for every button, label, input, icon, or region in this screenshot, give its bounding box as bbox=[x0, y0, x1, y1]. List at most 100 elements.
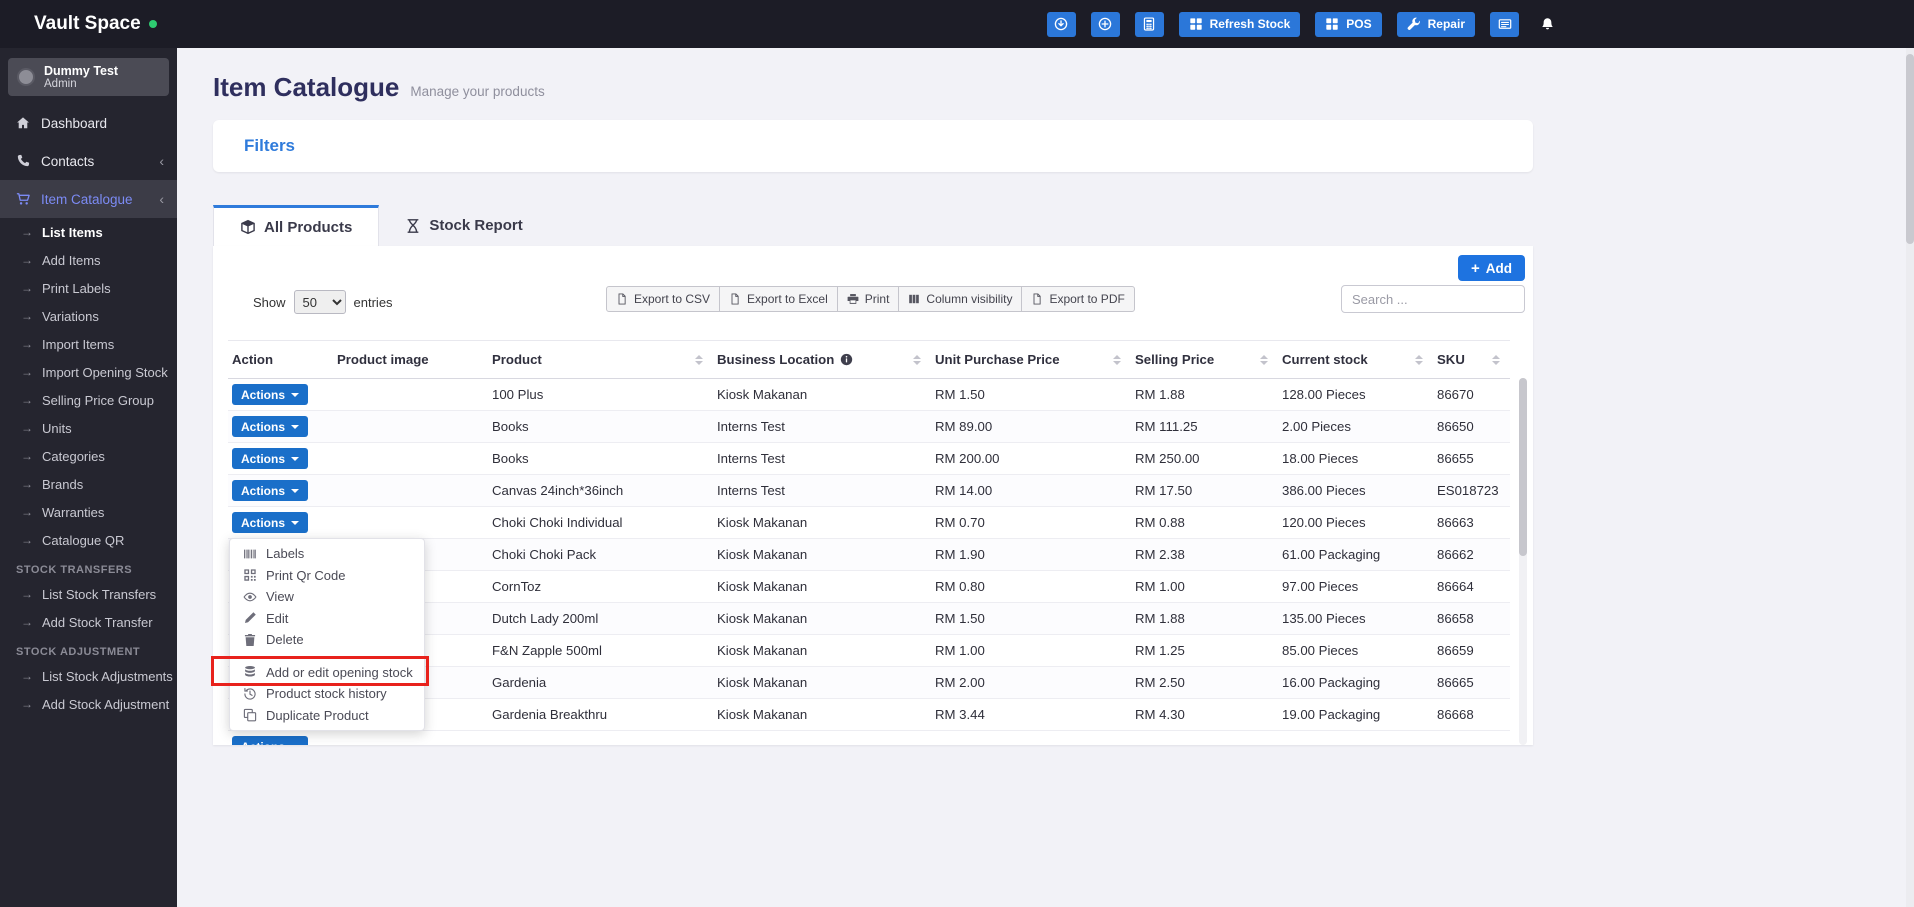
sku-cell: 86670 bbox=[1433, 378, 1510, 411]
sidebar-item-label: List Stock Adjustments bbox=[42, 668, 173, 684]
sidebar-item-item-catalogue[interactable]: Item Catalogue ‹ bbox=[0, 180, 177, 218]
menu-item-edit[interactable]: Edit bbox=[230, 608, 424, 630]
product-cell: 100 Plus bbox=[488, 378, 713, 411]
sort-icon[interactable] bbox=[1113, 354, 1121, 365]
chevron-left-icon: ‹ bbox=[159, 191, 164, 207]
page-scrollbar-thumb[interactable] bbox=[1906, 54, 1914, 244]
column-unit-purchase-price[interactable]: Unit Purchase Price bbox=[931, 340, 1131, 379]
tab-label: All Products bbox=[264, 218, 353, 236]
menu-item-product-stock-history[interactable]: Product stock history bbox=[230, 683, 424, 705]
sidebar-item-list-stock-adjustments[interactable]: → List Stock Adjustments bbox=[0, 662, 177, 690]
sidebar-item-selling-price-group[interactable]: → Selling Price Group bbox=[0, 386, 177, 414]
pos-button[interactable]: POS bbox=[1315, 11, 1382, 37]
column-business-location[interactable]: Business Location bbox=[713, 340, 931, 379]
sidebar-item-brands[interactable]: → Brands bbox=[0, 470, 177, 498]
sidebar-item-import-opening-stock[interactable]: → Import Opening Stock bbox=[0, 358, 177, 386]
sidebar-item-dashboard[interactable]: Dashboard bbox=[0, 104, 177, 142]
register-button[interactable] bbox=[1490, 11, 1519, 37]
sidebar-item-warranties[interactable]: → Warranties bbox=[0, 498, 177, 526]
actions-button-label: Actions bbox=[241, 515, 286, 530]
column-visibility-button[interactable]: Column visibility bbox=[898, 286, 1023, 312]
location-info-icon[interactable] bbox=[840, 353, 853, 366]
sort-icon[interactable] bbox=[1260, 354, 1268, 365]
actions-button-label: Actions bbox=[241, 387, 286, 402]
menu-item-label: Labels bbox=[266, 546, 305, 562]
export-to-excel-button[interactable]: Export to Excel bbox=[719, 286, 838, 312]
sidebar-item-catalogue-qr[interactable]: → Catalogue QR bbox=[0, 526, 177, 554]
sort-icon[interactable] bbox=[1492, 354, 1500, 365]
sidebar-item-add-items[interactable]: → Add Items bbox=[0, 246, 177, 274]
sort-icon[interactable] bbox=[1415, 354, 1423, 365]
print-button[interactable]: Print bbox=[836, 286, 900, 312]
refresh-stock-button[interactable]: Refresh Stock bbox=[1178, 11, 1301, 37]
row-actions-button[interactable]: Actions bbox=[232, 512, 309, 533]
menu-item-labels[interactable]: Labels bbox=[230, 543, 424, 565]
action-cell: Actions bbox=[228, 730, 333, 745]
column-current-stock[interactable]: Current stock bbox=[1278, 340, 1433, 379]
column-selling-price[interactable]: Selling Price bbox=[1131, 340, 1278, 379]
action-cell: Actions bbox=[228, 378, 333, 411]
row-actions-button[interactable]: Actions bbox=[232, 416, 309, 437]
column-product[interactable]: Product bbox=[488, 340, 713, 379]
sku-cell: 86662 bbox=[1433, 538, 1510, 571]
sidebar-item-units[interactable]: → Units bbox=[0, 414, 177, 442]
filters-label: Filters bbox=[244, 136, 296, 155]
row-actions-button[interactable]: Actions bbox=[232, 480, 309, 501]
location-cell: Kiosk Makanan bbox=[713, 378, 931, 411]
selling-price-cell: RM 17.50 bbox=[1131, 474, 1278, 507]
sidebar-item-add-stock-transfer[interactable]: → Add Stock Transfer bbox=[0, 608, 177, 636]
menu-item-add-or-edit-opening-stock[interactable]: Add or edit opening stock bbox=[230, 662, 424, 684]
pos-button-label: POS bbox=[1346, 17, 1372, 31]
page-size-select[interactable]: 50 bbox=[293, 290, 346, 314]
caret-down-icon bbox=[291, 424, 300, 429]
column-label: Selling Price bbox=[1135, 352, 1215, 367]
caret-down-icon bbox=[291, 392, 300, 397]
sidebar-item-variations[interactable]: → Variations bbox=[0, 302, 177, 330]
sidebar-item-label: Brands bbox=[42, 476, 84, 492]
tab-all-products[interactable]: All Products bbox=[213, 205, 380, 246]
sidebar-item-import-items[interactable]: → Import Items bbox=[0, 330, 177, 358]
sku-cell: 86668 bbox=[1433, 698, 1510, 731]
sidebar-item-list-stock-transfers[interactable]: → List Stock Transfers bbox=[0, 580, 177, 608]
row-actions-button[interactable]: Actions bbox=[232, 736, 309, 745]
arrow-right-icon: → bbox=[21, 337, 33, 351]
quick-add-button[interactable] bbox=[1090, 11, 1120, 37]
brand[interactable]: Vault Space bbox=[0, 13, 177, 35]
table-scrollbar-thumb[interactable] bbox=[1519, 378, 1527, 556]
grid-icon bbox=[1189, 17, 1203, 31]
menu-item-delete[interactable]: Delete bbox=[230, 629, 424, 651]
sidebar-item-label: Import Items bbox=[42, 336, 115, 352]
sort-icon[interactable] bbox=[695, 354, 703, 365]
menu-item-label: Duplicate Product bbox=[266, 707, 369, 723]
sidebar-item-list-items[interactable]: → List Items bbox=[0, 218, 177, 246]
arrow-down-circle-icon bbox=[1054, 17, 1068, 31]
export-to-pdf-button[interactable]: Export to PDF bbox=[1021, 286, 1135, 312]
sidebar-item-print-labels[interactable]: → Print Labels bbox=[0, 274, 177, 302]
add-button[interactable]: + Add bbox=[1457, 255, 1525, 281]
page-scrollbar[interactable] bbox=[1906, 48, 1914, 907]
menu-item-duplicate-product[interactable]: Duplicate Product bbox=[230, 705, 424, 727]
sidebar-item-add-stock-adjustment[interactable]: → Add Stock Adjustment bbox=[0, 690, 177, 718]
repair-button[interactable]: Repair bbox=[1396, 11, 1475, 37]
menu-item-print-qr-code[interactable]: Print Qr Code bbox=[230, 565, 424, 587]
filters-panel[interactable]: Filters bbox=[213, 120, 1533, 172]
menu-item-view[interactable]: View bbox=[230, 586, 424, 608]
sku-cell: 86655 bbox=[1433, 442, 1510, 475]
sort-icon[interactable] bbox=[913, 354, 921, 365]
sidebar-item-contacts[interactable]: Contacts ‹ bbox=[0, 142, 177, 180]
sidebar-item-label: Selling Price Group bbox=[42, 392, 154, 408]
tab-stock-report[interactable]: Stock Report bbox=[379, 205, 548, 246]
search-input[interactable] bbox=[1341, 285, 1525, 313]
notifications-bell-icon[interactable] bbox=[1540, 17, 1555, 32]
table-scrollbar[interactable] bbox=[1519, 378, 1527, 745]
row-actions-button[interactable]: Actions bbox=[232, 384, 309, 405]
export-to-csv-button[interactable]: Export to CSV bbox=[606, 286, 721, 312]
arrow-right-icon: → bbox=[21, 587, 33, 601]
calculator-button[interactable] bbox=[1134, 11, 1164, 37]
product-cell: Choki Choki Individual bbox=[488, 506, 713, 539]
download-button[interactable] bbox=[1046, 11, 1076, 37]
column-sku[interactable]: SKU bbox=[1433, 340, 1510, 379]
arrow-right-icon: → bbox=[21, 281, 33, 295]
row-actions-button[interactable]: Actions bbox=[232, 448, 309, 469]
sidebar-item-categories[interactable]: → Categories bbox=[0, 442, 177, 470]
